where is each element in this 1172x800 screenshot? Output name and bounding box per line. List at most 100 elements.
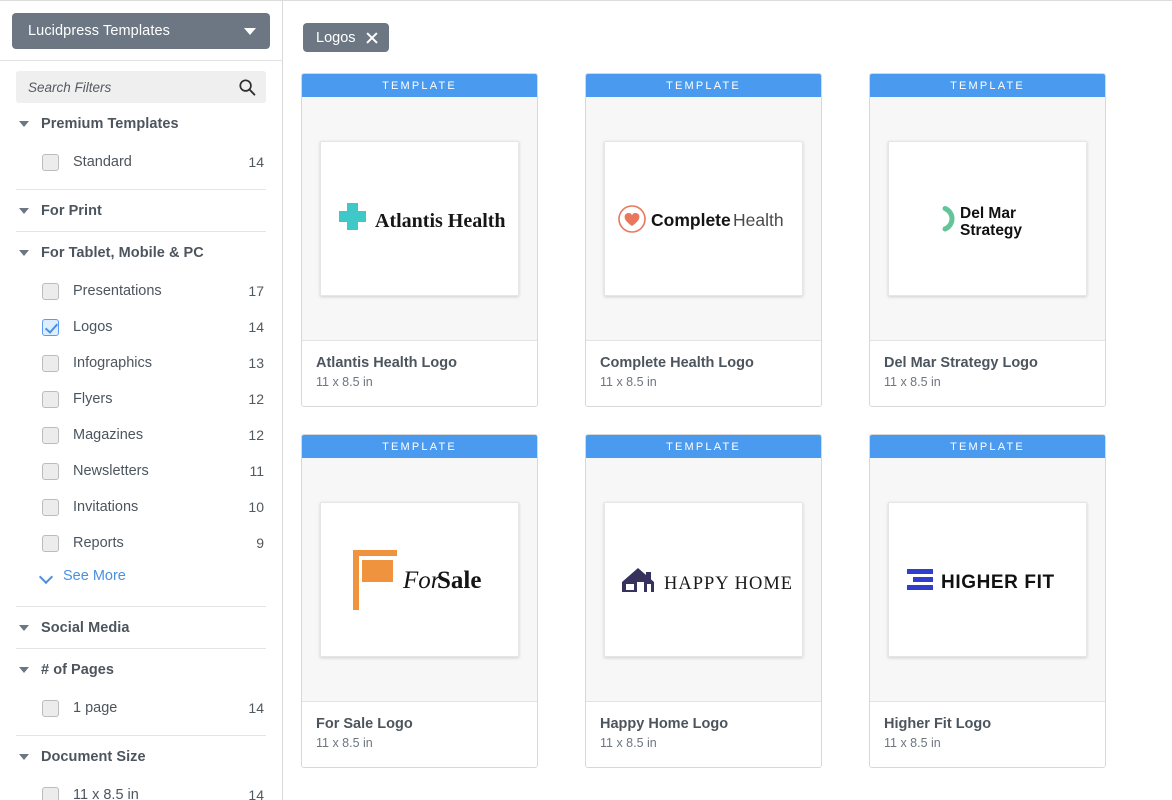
template-card[interactable]: TEMPLATE Del Mar Strategy Del Mar Strate… xyxy=(869,73,1106,407)
template-preview[interactable]: Complete Health xyxy=(586,97,821,341)
filter-section-header[interactable]: Social Media xyxy=(16,607,266,648)
filter-chip[interactable]: Logos xyxy=(303,23,389,52)
filter-option-count: 14 xyxy=(248,319,266,335)
filter-option[interactable]: Flyers 12 xyxy=(16,381,266,417)
svg-text:For: For xyxy=(402,567,441,594)
template-card-size: 11 x 8.5 in xyxy=(600,736,807,750)
filter-option[interactable]: Standard 14 xyxy=(16,144,266,180)
filter-option[interactable]: Logos 14 xyxy=(16,309,266,345)
filter-section: Social Media xyxy=(16,607,266,649)
see-more-button[interactable]: See More xyxy=(16,561,266,591)
checkbox-icon[interactable] xyxy=(42,535,59,552)
app-root: Lucidpress Templates Premium Templates S… xyxy=(0,0,1172,800)
active-filter-chips: Logos xyxy=(283,1,1172,52)
checkbox-icon[interactable] xyxy=(42,391,59,408)
template-preview[interactable]: HAPPY HOME xyxy=(586,458,821,702)
template-badge: TEMPLATE xyxy=(302,435,537,458)
caret-down-icon xyxy=(244,28,256,35)
template-card[interactable]: TEMPLATE For Sale For Sale Logo 11 x 8.5… xyxy=(301,434,538,768)
svg-text:Complete: Complete xyxy=(651,210,731,230)
caret-down-icon xyxy=(19,208,29,214)
filter-sections: Premium Templates Standard 14 For Print … xyxy=(0,103,282,800)
filter-option[interactable]: 1 page 14 xyxy=(16,690,266,726)
template-thumbnail: Complete Health xyxy=(604,141,803,296)
search-filters-box[interactable] xyxy=(16,71,266,103)
template-card[interactable]: TEMPLATE HIGHER FIT Higher Fit Logo 11 x… xyxy=(869,434,1106,768)
template-card-title: Higher Fit Logo xyxy=(884,716,1091,732)
filter-option[interactable]: Presentations 17 xyxy=(16,273,266,309)
checkbox-icon[interactable] xyxy=(42,154,59,171)
search-filters-input[interactable] xyxy=(28,80,238,95)
checkbox-icon[interactable] xyxy=(42,499,59,516)
svg-text:Del Mar: Del Mar xyxy=(960,205,1016,222)
filter-section: For Print xyxy=(16,190,266,232)
template-thumbnail: Atlantis Health xyxy=(320,141,519,296)
svg-text:Atlantis Health: Atlantis Health xyxy=(375,210,505,232)
filter-option-count: 14 xyxy=(248,154,266,170)
filter-option-list: 1 page 14 xyxy=(16,690,266,735)
logo-for-sale: For Sale xyxy=(345,544,495,616)
filter-option[interactable]: 11 x 8.5 in 14 xyxy=(16,777,266,800)
logo-atlantis-health: Atlantis Health xyxy=(335,199,505,239)
template-preview[interactable]: HIGHER FIT xyxy=(870,458,1105,702)
filter-section-title: Social Media xyxy=(41,620,129,636)
template-card[interactable]: TEMPLATE HAPPY HOME Happy Home Logo 11 x… xyxy=(585,434,822,768)
templates-main-panel: Logos TEMPLATE Atlantis Health Atlantis … xyxy=(283,1,1172,800)
svg-text:HIGHER FIT: HIGHER FIT xyxy=(941,572,1055,593)
filter-option[interactable]: Reports 9 xyxy=(16,525,266,561)
filter-chip-label: Logos xyxy=(316,30,356,46)
checkbox-checked-icon[interactable] xyxy=(42,319,59,336)
filter-section-header[interactable]: Document Size xyxy=(16,736,266,777)
checkbox-icon[interactable] xyxy=(42,787,59,800)
template-badge: TEMPLATE xyxy=(586,435,821,458)
template-preview[interactable]: Atlantis Health xyxy=(302,97,537,341)
filter-option[interactable]: Newsletters 11 xyxy=(16,453,266,489)
checkbox-icon[interactable] xyxy=(42,283,59,300)
close-icon[interactable] xyxy=(365,31,378,44)
filter-option-count: 11 xyxy=(249,463,266,479)
template-card-size: 11 x 8.5 in xyxy=(884,736,1091,750)
filter-sidebar: Lucidpress Templates Premium Templates S… xyxy=(0,1,283,800)
template-card[interactable]: TEMPLATE Atlantis Health Atlantis Health… xyxy=(301,73,538,407)
template-card[interactable]: TEMPLATE Complete Health Complete Health… xyxy=(585,73,822,407)
template-card-title: Happy Home Logo xyxy=(600,716,807,732)
filter-option-count: 9 xyxy=(256,535,266,551)
template-source-dropdown-label: Lucidpress Templates xyxy=(28,23,170,39)
filter-option[interactable]: Invitations 10 xyxy=(16,489,266,525)
template-card-footer: Complete Health Logo 11 x 8.5 in xyxy=(586,341,821,406)
filter-option-count: 17 xyxy=(248,283,266,299)
svg-text:HAPPY HOME: HAPPY HOME xyxy=(664,574,791,594)
filter-section-header[interactable]: Premium Templates xyxy=(16,103,266,144)
template-badge: TEMPLATE xyxy=(870,435,1105,458)
filter-option-count: 14 xyxy=(248,787,266,800)
template-preview[interactable]: For Sale xyxy=(302,458,537,702)
filter-option-list: Standard 14 xyxy=(16,144,266,189)
template-source-dropdown[interactable]: Lucidpress Templates xyxy=(12,13,270,49)
filter-section: For Tablet, Mobile & PC Presentations 17… xyxy=(16,232,266,607)
filter-option[interactable]: Magazines 12 xyxy=(16,417,266,453)
template-preview[interactable]: Del Mar Strategy xyxy=(870,97,1105,341)
filter-section: Premium Templates Standard 14 xyxy=(16,103,266,190)
template-badge: TEMPLATE xyxy=(586,74,821,97)
filter-option[interactable]: Infographics 13 xyxy=(16,345,266,381)
checkbox-icon[interactable] xyxy=(42,427,59,444)
filter-option-count: 13 xyxy=(248,355,266,371)
svg-text:Sale: Sale xyxy=(437,567,481,594)
logo-del-mar-strategy: Del Mar Strategy xyxy=(908,196,1068,242)
filter-section-header[interactable]: For Tablet, Mobile & PC xyxy=(16,232,266,273)
filter-option-count: 10 xyxy=(248,499,266,515)
search-icon[interactable] xyxy=(238,78,256,96)
filter-option-label: Infographics xyxy=(73,355,248,371)
checkbox-icon[interactable] xyxy=(42,700,59,717)
checkbox-icon[interactable] xyxy=(42,355,59,372)
see-more-label: See More xyxy=(63,568,126,584)
chevron-down-icon xyxy=(40,572,53,580)
template-card-title: For Sale Logo xyxy=(316,716,523,732)
filter-section-header[interactable]: # of Pages xyxy=(16,649,266,690)
logo-happy-home: HAPPY HOME xyxy=(616,560,791,600)
filter-section-header[interactable]: For Print xyxy=(16,190,266,231)
checkbox-icon[interactable] xyxy=(42,463,59,480)
caret-down-icon xyxy=(19,667,29,673)
template-card-footer: For Sale Logo 11 x 8.5 in xyxy=(302,702,537,767)
logo-complete-health: Complete Health xyxy=(615,201,793,237)
